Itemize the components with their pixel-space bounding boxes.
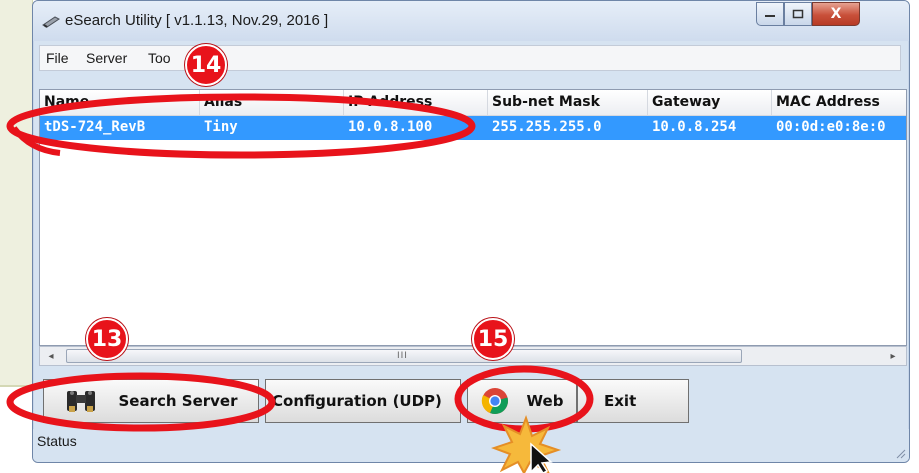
page-side-tint <box>0 0 33 385</box>
column-header-ip[interactable]: IP Address <box>344 90 488 116</box>
cell-mac: 00:0d:e0:8e:0 <box>776 119 886 135</box>
cell-ip: 10.0.8.100 <box>348 119 433 135</box>
cell-gateway: 10.0.8.254 <box>652 119 737 135</box>
column-header-name[interactable]: Name <box>40 90 200 116</box>
scroll-right-icon[interactable]: ▸ <box>886 349 900 363</box>
device-list[interactable]: Name Alias IP Address Sub-net Mask Gatew… <box>39 89 907 346</box>
title-bar: eSearch Utility [ v1.1.13, Nov.29, 2016 … <box>33 1 909 41</box>
column-header-mac[interactable]: MAC Address <box>772 90 906 116</box>
callout-badge-15: 15 <box>472 318 514 360</box>
search-server-button[interactable]: Search Server <box>43 379 259 423</box>
resize-grip-icon[interactable] <box>894 447 906 459</box>
scrollbar-grip: III <box>397 351 408 361</box>
minimize-icon <box>765 15 775 17</box>
menu-file[interactable]: File <box>46 50 69 66</box>
configuration-udp-label: Configuration (UDP) <box>272 392 442 410</box>
status-text: Status <box>37 433 77 449</box>
status-bar: Status <box>33 429 909 462</box>
callout-badge-13: 13 <box>86 318 128 360</box>
web-label: Web <box>526 392 564 410</box>
column-header-alias[interactable]: Alias <box>200 90 344 116</box>
cell-name: tDS-724_RevB <box>44 119 146 135</box>
esearch-window: eSearch Utility [ v1.1.13, Nov.29, 2016 … <box>32 0 910 463</box>
cell-alias: Tiny <box>204 119 238 135</box>
column-header-subnet[interactable]: Sub-net Mask <box>488 90 648 116</box>
menu-server[interactable]: Server <box>86 50 127 66</box>
horizontal-scrollbar[interactable]: ◂ III ▸ <box>39 346 907 366</box>
close-button[interactable]: X <box>812 2 860 26</box>
esearch-app-icon <box>42 16 60 28</box>
configuration-udp-button[interactable]: Configuration (UDP) <box>265 379 461 423</box>
scrollbar-thumb[interactable]: III <box>66 349 742 363</box>
maximize-button[interactable] <box>784 2 812 26</box>
callout-badge-14: 14 <box>185 44 227 86</box>
chrome-icon <box>481 388 508 414</box>
web-button[interactable]: Web <box>467 379 577 423</box>
search-server-label: Search Server <box>118 392 238 410</box>
exit-button[interactable]: Exit <box>577 379 689 423</box>
menu-bar: File Server Too <box>39 45 901 71</box>
cell-subnet: 255.255.255.0 <box>492 119 602 135</box>
column-header-gateway[interactable]: Gateway <box>648 90 772 116</box>
scroll-left-icon[interactable]: ◂ <box>44 349 58 363</box>
close-icon: X <box>830 6 842 22</box>
menu-tools[interactable]: Too <box>148 50 171 66</box>
maximize-icon <box>792 9 804 19</box>
minimize-button[interactable] <box>756 2 784 26</box>
binoculars-icon <box>67 391 96 412</box>
table-row[interactable]: tDS-724_RevB Tiny 10.0.8.100 255.255.255… <box>40 116 906 140</box>
window-title: eSearch Utility [ v1.1.13, Nov.29, 2016 … <box>65 12 329 29</box>
exit-label: Exit <box>604 392 637 410</box>
